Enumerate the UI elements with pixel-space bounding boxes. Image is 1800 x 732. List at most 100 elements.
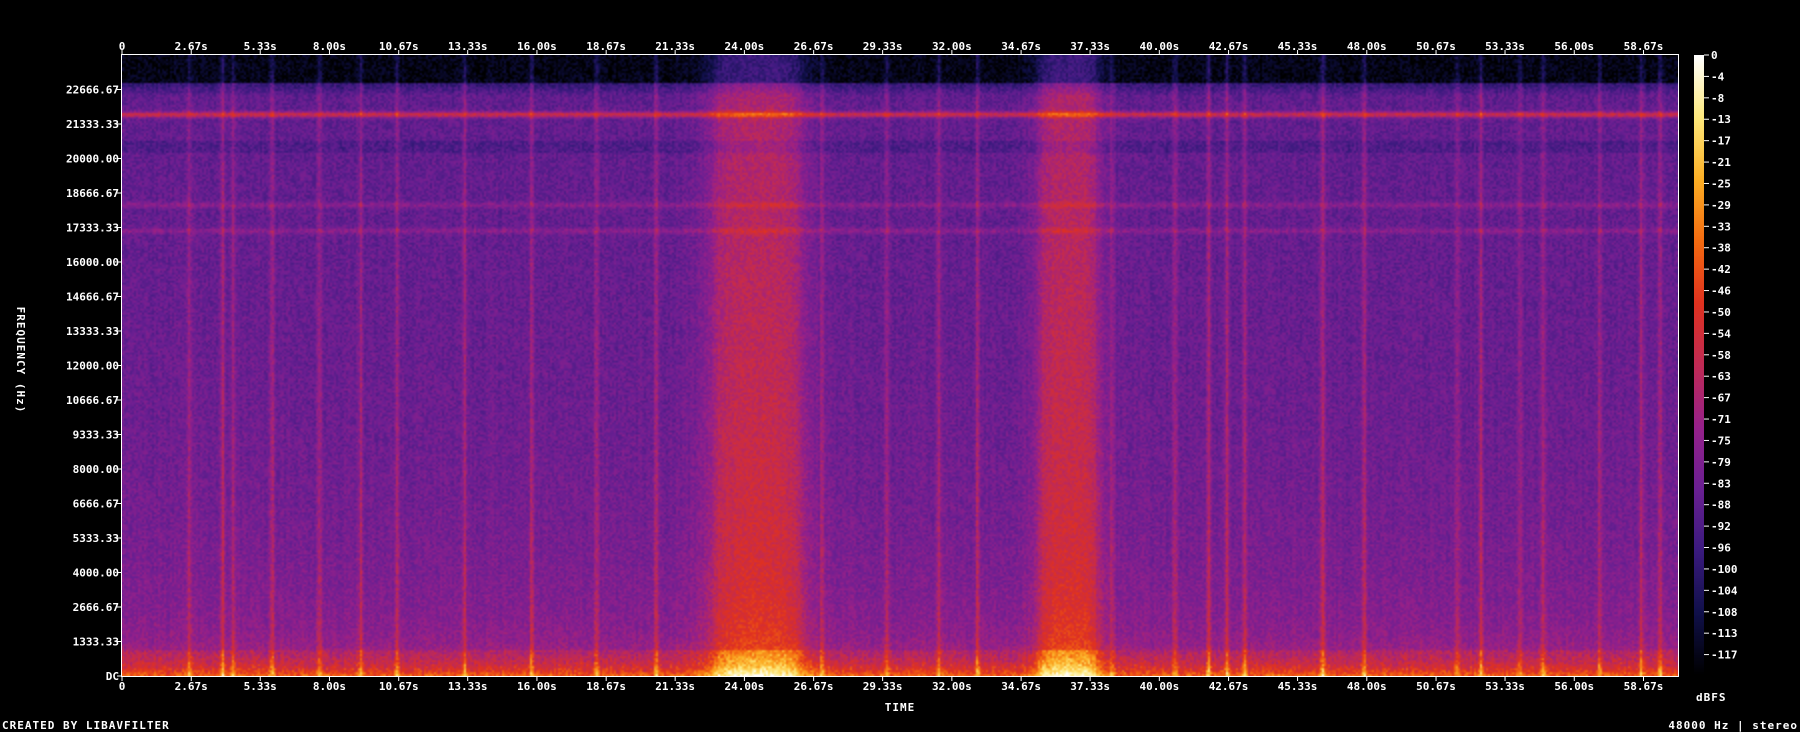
- x-tick-label-top: 13.33s: [448, 40, 488, 53]
- x-tick-label-bottom: 13.33s: [448, 680, 488, 693]
- colorbar-tick-label: -58: [1711, 349, 1731, 362]
- credit-text: CREATED BY LIBAVFILTER: [2, 719, 170, 732]
- x-tick-label-bottom: 0: [119, 680, 126, 693]
- colorbar-tick-label: -113: [1711, 627, 1738, 640]
- x-tick-label-bottom: 32.00s: [932, 680, 972, 693]
- colorbar-tick-label: -54: [1711, 327, 1731, 340]
- x-tick-label-top: 16.00s: [517, 40, 557, 53]
- x-tick-label-top: 58.67s: [1624, 40, 1664, 53]
- colorbar-tick-label: 0: [1711, 49, 1718, 62]
- colorbar-tick-label: -25: [1711, 177, 1731, 190]
- colorbar-tick-label: -100: [1711, 563, 1738, 576]
- x-tick-label-top: 50.67s: [1416, 40, 1456, 53]
- colorbar-tick-label: -71: [1711, 413, 1731, 426]
- x-tick-label-top: 8.00s: [313, 40, 346, 53]
- y-tick-label: 8000.00: [73, 463, 119, 476]
- x-tick-label-top: 42.67s: [1209, 40, 1249, 53]
- x-tick-label-bottom: 48.00s: [1347, 680, 1387, 693]
- x-tick-label-bottom: 2.67s: [175, 680, 208, 693]
- x-tick-label-bottom: 50.67s: [1416, 680, 1456, 693]
- x-tick-label-top: 0: [119, 40, 126, 53]
- y-tick-label: 4000.00: [73, 567, 119, 580]
- plot-area: [121, 54, 1679, 677]
- x-tick-label-top: 10.67s: [379, 40, 419, 53]
- y-tick-label: 12000.00: [66, 360, 119, 373]
- x-tick-label-top: 21.33s: [655, 40, 695, 53]
- x-tick-label-bottom: 56.00s: [1554, 680, 1594, 693]
- colorbar-tick-label: -63: [1711, 370, 1731, 383]
- colorbar-tick-label: -117: [1711, 649, 1738, 662]
- x-tick-label-top: 2.67s: [175, 40, 208, 53]
- colorbar-tick-label: -83: [1711, 477, 1731, 490]
- x-tick-label-top: 37.33s: [1070, 40, 1110, 53]
- colorbar-tick-label: -42: [1711, 263, 1731, 276]
- x-tick-label-bottom: 45.33s: [1278, 680, 1318, 693]
- x-tick-label-bottom: 10.67s: [379, 680, 419, 693]
- y-tick-label: DC: [106, 670, 119, 683]
- x-tick-label-top: 45.33s: [1278, 40, 1318, 53]
- colorbar-tick-label: -75: [1711, 434, 1731, 447]
- format-info: 48000 Hz | stereo: [1668, 719, 1798, 732]
- x-tick-label-bottom: 5.33s: [244, 680, 277, 693]
- x-tick-label-top: 48.00s: [1347, 40, 1387, 53]
- x-tick-label-top: 40.00s: [1139, 40, 1179, 53]
- colorbar-label: dBFS: [1696, 691, 1727, 704]
- x-tick-label-top: 56.00s: [1554, 40, 1594, 53]
- colorbar-tick-label: -4: [1711, 70, 1725, 83]
- y-tick-label: 20000.00: [66, 153, 119, 166]
- spectrogram-figure: 0 2.67s 5.33s 8.00s 10.67s 13.33s 16.00s 18.67s…: [0, 0, 1800, 732]
- y-tick-label: 2666.67: [73, 601, 119, 614]
- x-tick-label-top: 5.33s: [244, 40, 277, 53]
- x-tick-label-top: 26.67s: [794, 40, 834, 53]
- x-tick-label-top: 29.33s: [863, 40, 903, 53]
- colorbar-tick-label: -67: [1711, 392, 1731, 405]
- x-tick-label-bottom: 37.33s: [1070, 680, 1110, 693]
- x-tick-label-bottom: 24.00s: [725, 680, 765, 693]
- y-tick-label: 18666.67: [66, 187, 119, 200]
- colorbar-tick-label: -104: [1711, 584, 1738, 597]
- y-tick-label: 22666.67: [66, 83, 119, 96]
- y-tick-label: 5333.33: [73, 532, 119, 545]
- y-tick-label: 1333.33: [73, 636, 119, 649]
- colorbar-tick-label: -29: [1711, 199, 1731, 212]
- x-tick-label-top: 24.00s: [725, 40, 765, 53]
- y-tick-label: 13333.33: [66, 325, 119, 338]
- colorbar-tick-label: -92: [1711, 520, 1731, 533]
- x-tick-label-bottom: 26.67s: [794, 680, 834, 693]
- colorbar-tick-label: -50: [1711, 306, 1731, 319]
- x-tick-label-bottom: 8.00s: [313, 680, 346, 693]
- colorbar-tick-label: -21: [1711, 156, 1731, 169]
- x-tick-label-bottom: 40.00s: [1139, 680, 1179, 693]
- x-tick-label-top: 53.33s: [1485, 40, 1525, 53]
- x-tick-label-bottom: 53.33s: [1485, 680, 1525, 693]
- y-tick-label: 6666.67: [73, 497, 119, 510]
- x-tick-label-top: 34.67s: [1001, 40, 1041, 53]
- x-tick-label-top: 32.00s: [932, 40, 972, 53]
- colorbar-tick-label: -38: [1711, 242, 1731, 255]
- y-tick-label: 17333.33: [66, 222, 119, 235]
- colorbar-image: [1694, 55, 1704, 676]
- x-tick-label-bottom: 29.33s: [863, 680, 903, 693]
- colorbar-tick-label: -96: [1711, 542, 1731, 555]
- x-tick-label-bottom: 16.00s: [517, 680, 557, 693]
- y-tick-label: 14666.67: [66, 290, 119, 303]
- y-tick-label: 9333.33: [73, 429, 119, 442]
- x-tick-label-bottom: 58.67s: [1624, 680, 1664, 693]
- y-tick-label: 21333.33: [66, 118, 119, 131]
- colorbar-tick-label: -46: [1711, 285, 1731, 298]
- x-tick-label-top: 18.67s: [586, 40, 626, 53]
- x-axis-label: TIME: [885, 701, 916, 714]
- y-axis-label: FREQUENCY (Hz): [14, 307, 27, 414]
- colorbar-tick-label: -13: [1711, 113, 1731, 126]
- colorbar-tick-label: -79: [1711, 456, 1731, 469]
- colorbar-tick-label: -17: [1711, 135, 1731, 148]
- colorbar-tick-label: -33: [1711, 220, 1731, 233]
- x-tick-label-bottom: 18.67s: [586, 680, 626, 693]
- colorbar-tick-label: -8: [1711, 92, 1724, 105]
- spectrogram-image: [122, 55, 1678, 676]
- y-tick-label: 10666.67: [66, 394, 119, 407]
- colorbar-tick-label: -108: [1711, 606, 1738, 619]
- colorbar-tick-label: -88: [1711, 499, 1731, 512]
- x-tick-label-bottom: 21.33s: [655, 680, 695, 693]
- x-tick-label-bottom: 34.67s: [1001, 680, 1041, 693]
